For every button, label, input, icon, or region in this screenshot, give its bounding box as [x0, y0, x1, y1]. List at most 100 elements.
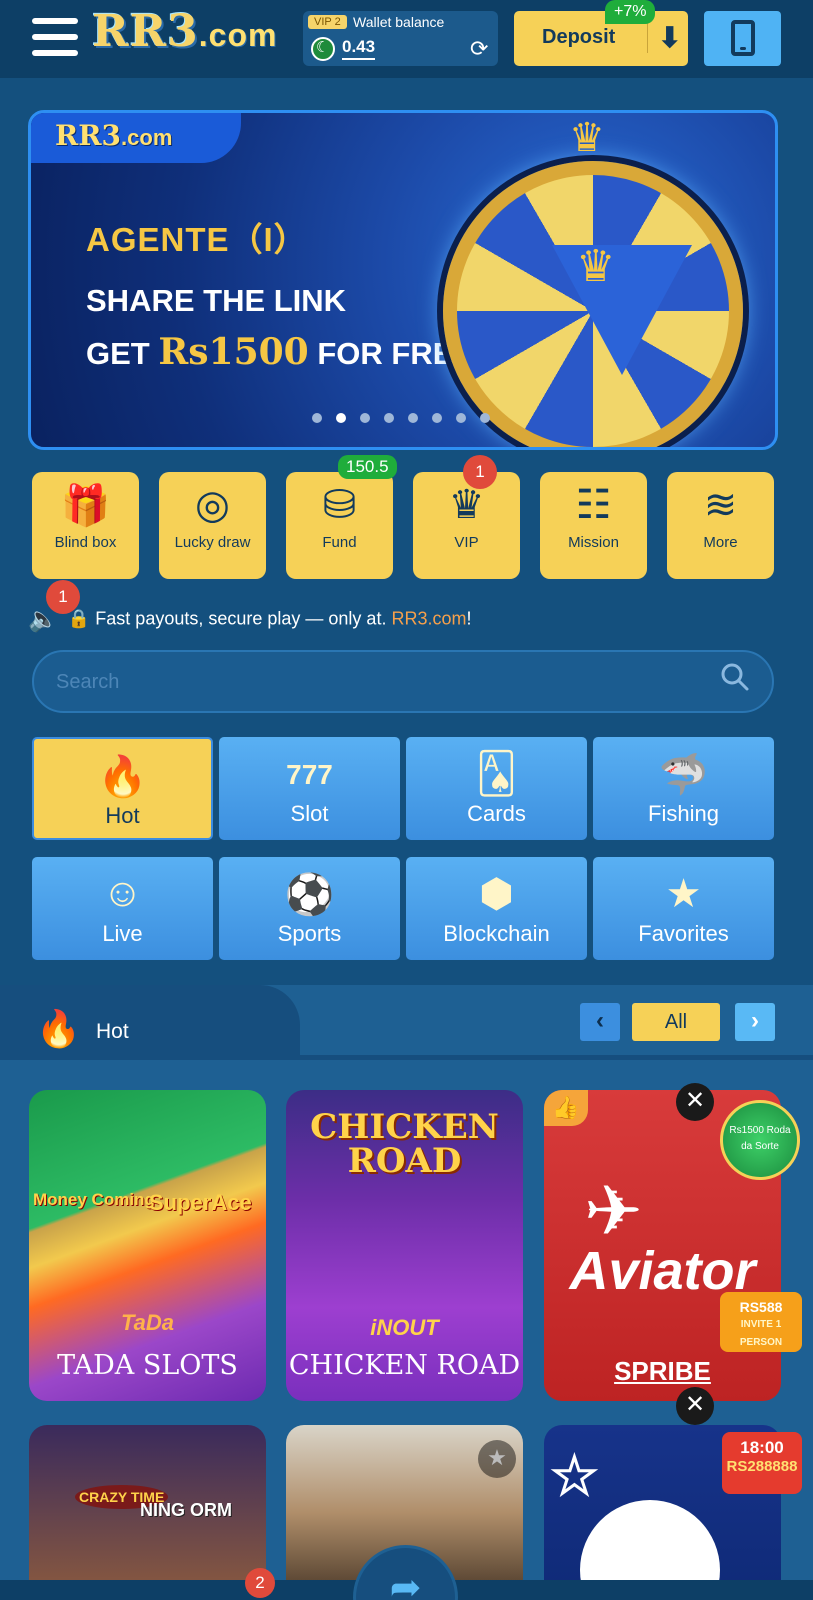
- quick-action-badge: 1: [463, 455, 497, 489]
- carousel-dot[interactable]: [456, 413, 466, 423]
- menu-line: [32, 34, 78, 40]
- game-card-tada-slots[interactable]: Money Coming SuperAce TaDa TADA SLOTS: [29, 1090, 266, 1401]
- quick-action-vip[interactable]: ♛ VIP: [413, 472, 520, 579]
- deposit-label: Deposit: [542, 26, 616, 48]
- search-icon[interactable]: [720, 662, 750, 692]
- pakistan-flag-icon: [311, 37, 335, 61]
- vip-crown-icon: ♛: [448, 483, 485, 527]
- game-name: TADA SLOTS: [57, 1350, 238, 1381]
- next-button[interactable]: ›: [735, 1003, 775, 1041]
- quick-action-mission[interactable]: ☷ Mission: [540, 472, 647, 579]
- game-title-art: CHICKEN ROAD: [310, 1107, 499, 1181]
- layers-icon: ≋: [703, 483, 738, 527]
- quick-action-label: Blind box: [54, 534, 117, 551]
- cards-icon: 🂡: [476, 752, 517, 796]
- game-card-chicken-road[interactable]: CHICKEN ROAD iNOUT CHICKEN ROAD: [286, 1090, 523, 1401]
- quick-action-lucky-draw[interactable]: ◎ Lucky draw: [159, 472, 266, 579]
- banner-line-2: GET Rs1500 FOR FREE: [86, 331, 474, 373]
- category-blockchain[interactable]: ⬢ Blockchain: [406, 857, 587, 960]
- lucky-wheel-widget[interactable]: Rs1500 Roda da Sorte: [720, 1100, 800, 1180]
- menu-line: [32, 50, 78, 56]
- favorite-star-icon[interactable]: ★: [478, 1440, 516, 1478]
- category-fishing[interactable]: 🦈 Fishing: [593, 737, 774, 840]
- prev-button[interactable]: ‹: [580, 1003, 620, 1041]
- category-favorites[interactable]: ★ Favorites: [593, 857, 774, 960]
- game-name: CHICKEN ROAD: [288, 1350, 521, 1381]
- banner-logo: RR3.com: [31, 113, 241, 163]
- search-input[interactable]: [56, 666, 676, 698]
- vip-level-badge[interactable]: VIP 2: [308, 15, 347, 29]
- game-brand-inout: iNOUT: [370, 1315, 439, 1340]
- nav-badge: 2: [245, 1568, 275, 1598]
- close-icon[interactable]: ✕: [676, 1083, 714, 1121]
- notice-text: 🔒 Fast payouts, secure play — only at.: [67, 608, 392, 629]
- search-bar: [32, 650, 774, 713]
- deposit-button[interactable]: Deposit ⬇: [514, 11, 688, 66]
- category-hot[interactable]: 🔥 Hot: [32, 737, 213, 840]
- soccer-ball-icon: ⚽: [284, 873, 335, 917]
- blockchain-icon: ⬢: [479, 872, 514, 916]
- timer-amount: RS288888: [726, 1458, 798, 1475]
- timer-text: 18:00: [740, 1438, 784, 1457]
- deposit-divider: [647, 23, 648, 53]
- category-cards[interactable]: 🂡 Cards: [406, 737, 587, 840]
- wallet-label: Wallet balance: [353, 14, 445, 30]
- quick-action-blind-box[interactable]: 🎁 Blind box: [32, 472, 139, 579]
- menu-button[interactable]: [32, 18, 78, 56]
- quick-action-fund[interactable]: ⛁ Fund: [286, 472, 393, 579]
- banner-amount: Rs1500: [158, 331, 309, 373]
- mobile-app-button[interactable]: [704, 11, 781, 66]
- game-brand-tada: TaDa: [121, 1310, 174, 1335]
- close-icon[interactable]: ✕: [676, 1387, 714, 1425]
- promo-banner[interactable]: RR3.com AGENTE（I） SHARE THE LINK GET Rs1…: [28, 110, 778, 450]
- site-logo[interactable]: RR3.com: [92, 6, 277, 57]
- download-arrow-icon: ⬇: [658, 22, 682, 53]
- carousel-dot[interactable]: [336, 413, 346, 423]
- banner-logo-suffix: .com: [121, 125, 173, 150]
- gift-box-icon: 🎁: [60, 484, 111, 528]
- hot-section-title: Hot: [96, 1020, 129, 1043]
- carousel-dot[interactable]: [480, 413, 490, 423]
- fire-icon: 🔥: [97, 755, 148, 799]
- timer-reward-widget[interactable]: 18:00 RS288888: [722, 1432, 802, 1494]
- quick-action-more[interactable]: ≋ More: [667, 472, 774, 579]
- crown-icon: ♛: [569, 116, 605, 160]
- category-label: Hot: [105, 803, 140, 828]
- category-label: Fishing: [648, 801, 719, 826]
- carousel-dot[interactable]: [384, 413, 394, 423]
- slot-777-icon: 777: [286, 759, 333, 790]
- logo-text: RR3: [92, 6, 199, 57]
- category-sports[interactable]: ⚽ Sports: [219, 857, 400, 960]
- phone-icon: [731, 20, 755, 56]
- carousel-dot[interactable]: [408, 413, 418, 423]
- carousel-dots: [312, 413, 490, 423]
- live-dealer-icon: ☺: [102, 871, 143, 915]
- deposit-bonus-badge: +7%: [605, 0, 656, 24]
- mission-checklist-icon: ☷: [575, 483, 612, 527]
- carousel-dot[interactable]: [360, 413, 370, 423]
- invite-reward-widget[interactable]: RS588 INVITE 1 PERSON: [720, 1292, 802, 1352]
- wallet-panel: VIP 2 Wallet balance 0.43 ⟳: [303, 11, 498, 66]
- menu-line: [32, 18, 78, 24]
- wallet-amount: 0.43: [342, 37, 376, 60]
- invite-amount: RS588: [739, 1299, 783, 1315]
- category-label: Blockchain: [443, 921, 550, 946]
- game-tile-lightning-storm: NING ORM: [140, 1500, 232, 1520]
- marquee-notice[interactable]: 🔈 🔒 Fast payouts, secure play — only at. …: [28, 605, 471, 634]
- category-slot[interactable]: 777 Slot: [219, 737, 400, 840]
- carousel-dot[interactable]: [432, 413, 442, 423]
- prize-wheel-icon: [443, 161, 743, 447]
- quick-action-badge: 150.5: [338, 455, 397, 479]
- fire-icon: 🔥: [36, 1008, 81, 1049]
- all-games-button[interactable]: All: [632, 1003, 720, 1041]
- quick-action-label: Mission: [568, 534, 619, 551]
- quick-action-label: Lucky draw: [174, 534, 251, 551]
- quick-action-label: More: [703, 534, 738, 551]
- quick-action-label: Fund: [322, 534, 357, 551]
- spin-wheel-icon: ◎: [195, 483, 230, 527]
- carousel-dot[interactable]: [312, 413, 322, 423]
- quick-action-label: VIP: [454, 534, 479, 551]
- logo-suffix: .com: [198, 17, 278, 53]
- refresh-icon[interactable]: ⟳: [470, 36, 488, 62]
- category-live[interactable]: ☺ Live: [32, 857, 213, 960]
